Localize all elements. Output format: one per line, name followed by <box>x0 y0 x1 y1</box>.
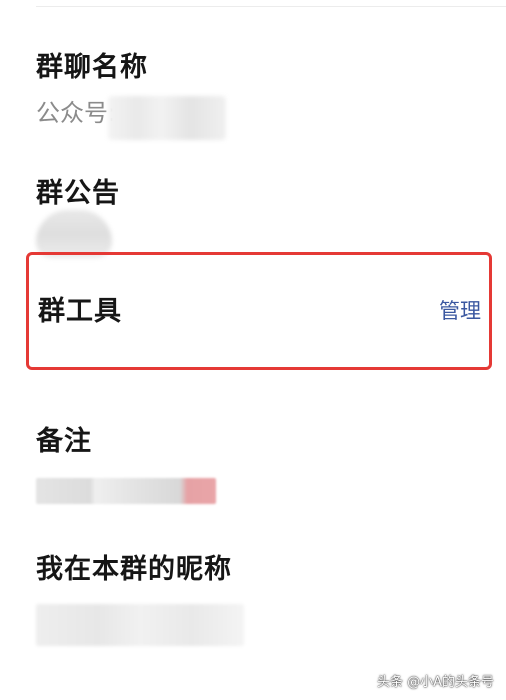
remark-section[interactable]: 备注 <box>36 428 484 455</box>
group-announcement-section[interactable]: 群公告 <box>36 180 484 207</box>
official-account-row: 公众号: <box>36 101 484 125</box>
manage-link[interactable]: 管理 <box>439 300 481 322</box>
official-account-label: 公众号: <box>36 99 117 127</box>
blurred-nickname-content <box>36 604 244 646</box>
group-tools-title: 群工具 <box>38 295 122 327</box>
blurred-account-value <box>108 96 226 140</box>
blurred-announcement-content <box>36 210 112 258</box>
watermark: 头条 @小A的头条号 <box>376 675 494 690</box>
my-nickname-title: 我在本群的昵称 <box>36 554 232 585</box>
group-announcement-title: 群公告 <box>36 178 120 209</box>
group-tools-row[interactable]: 群工具 管理 <box>26 252 492 370</box>
group-name-section[interactable]: 群聊名称 公众号: <box>36 54 484 125</box>
remark-title: 备注 <box>36 426 92 457</box>
top-divider <box>36 6 506 7</box>
my-nickname-section[interactable]: 我在本群的昵称 <box>36 556 484 583</box>
group-name-title: 群聊名称 <box>36 52 148 83</box>
blurred-remark-content <box>36 478 216 504</box>
